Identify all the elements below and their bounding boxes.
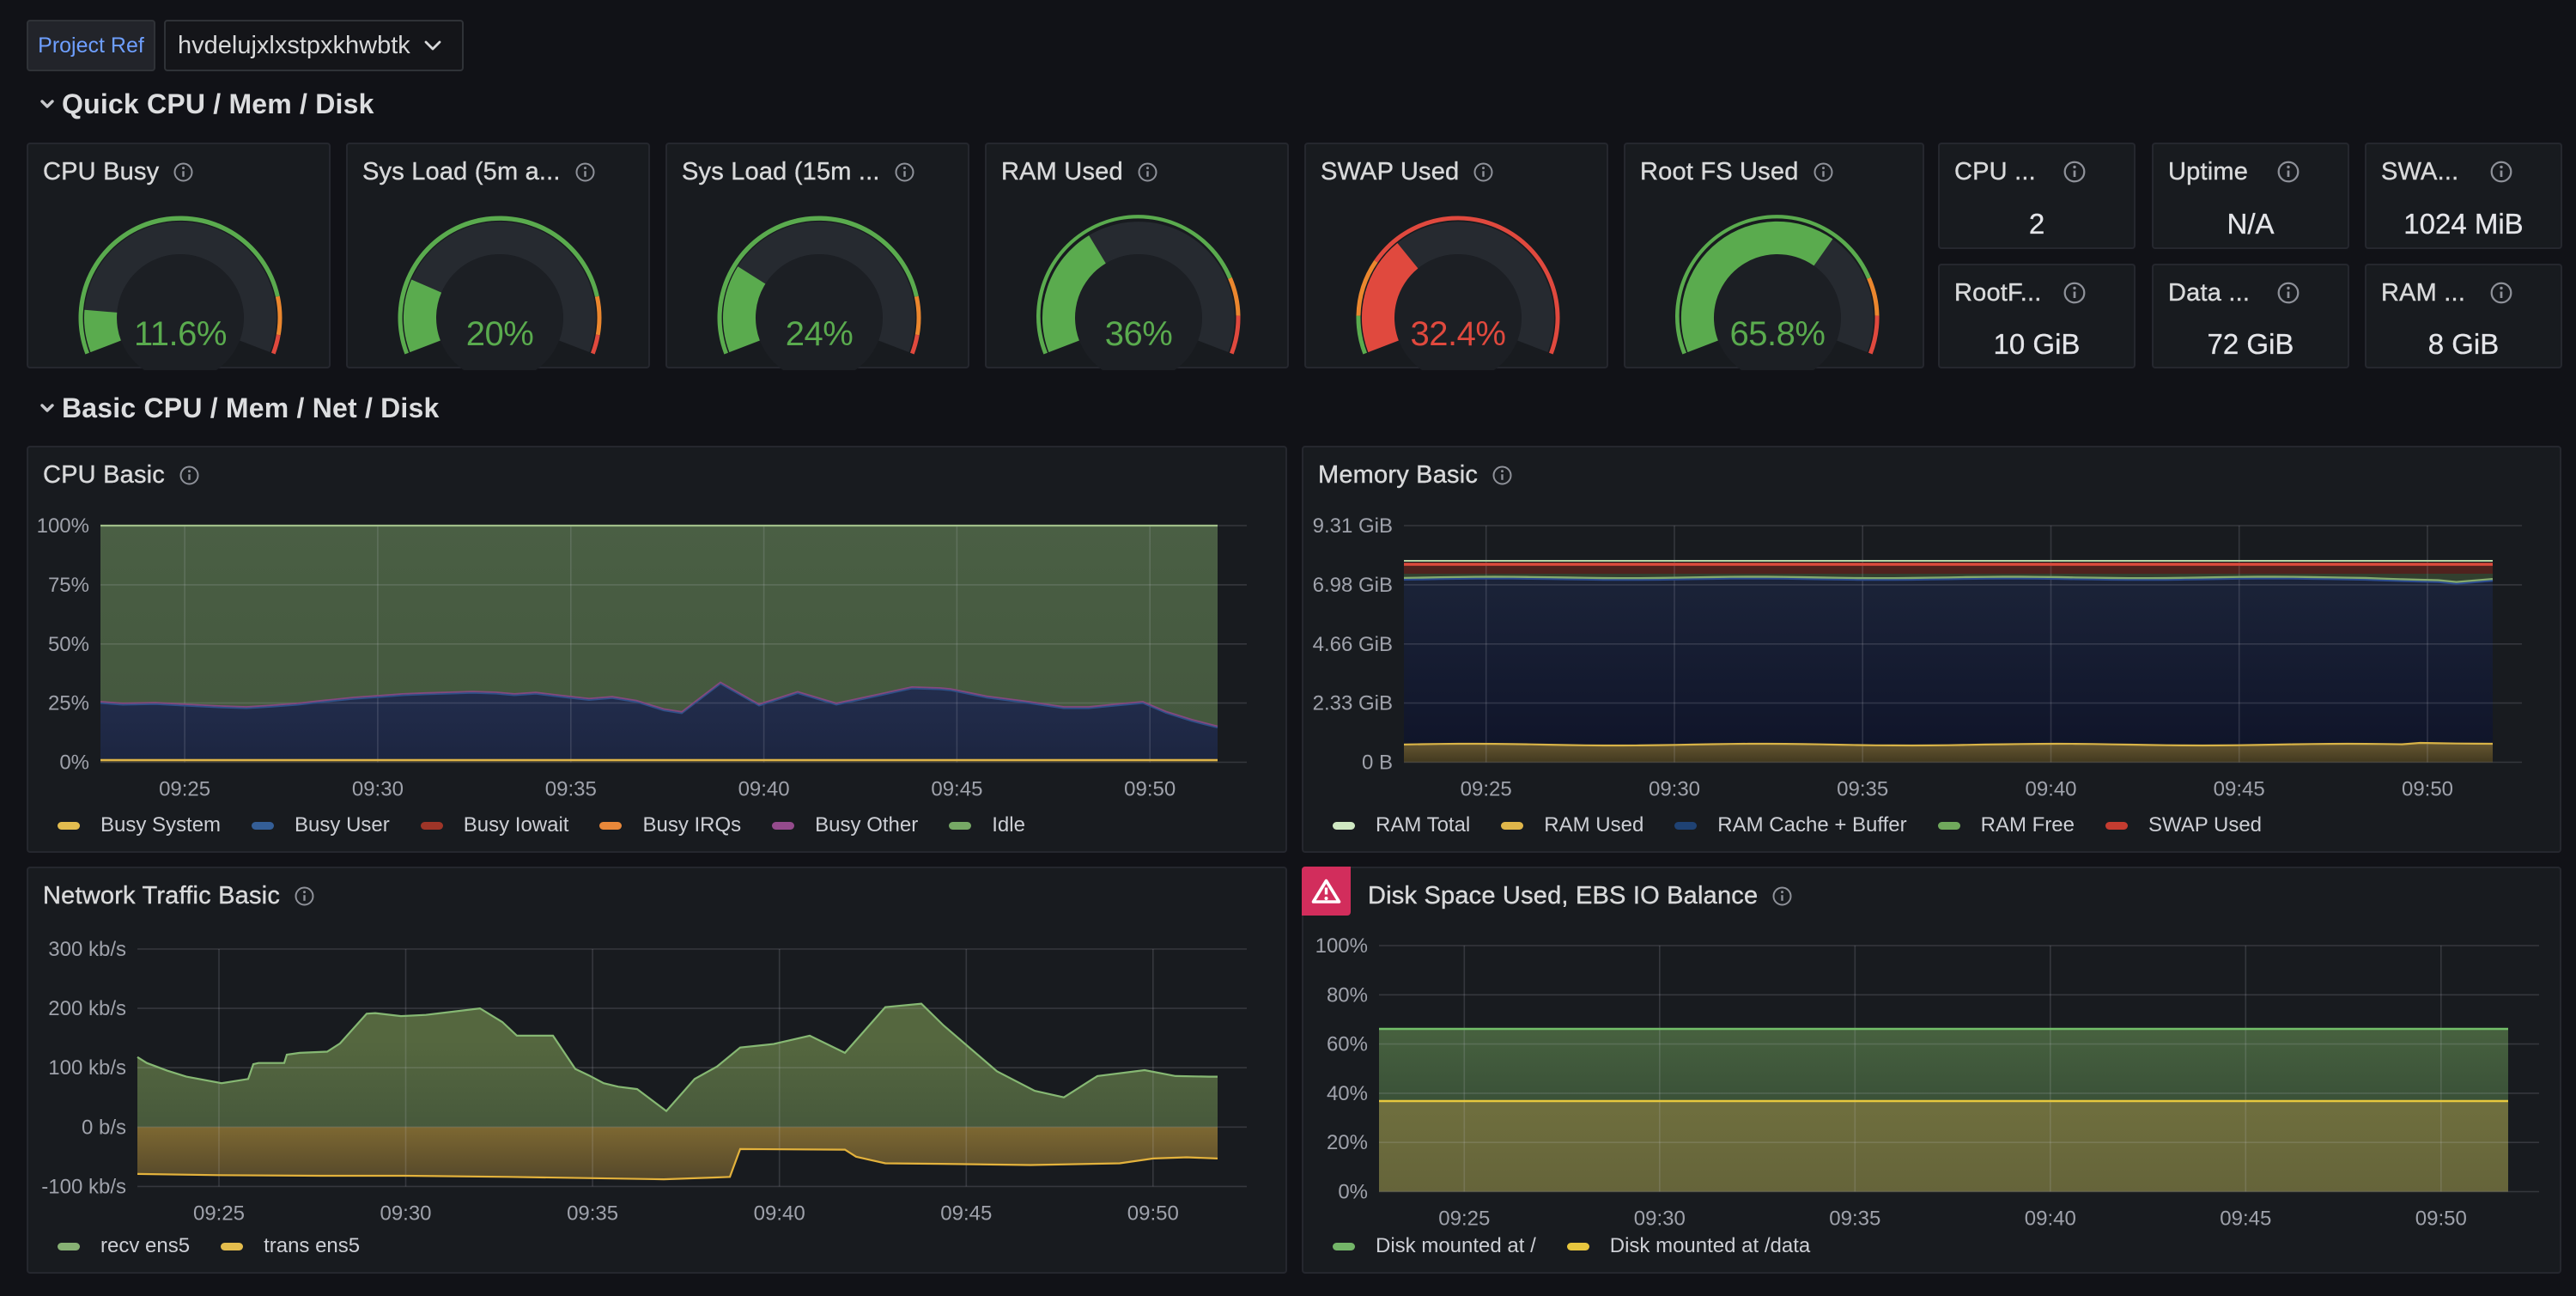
svg-text:09:30: 09:30: [1634, 1208, 1686, 1231]
svg-text:11.6%: 11.6%: [134, 315, 227, 353]
svg-text:09:45: 09:45: [931, 778, 982, 801]
svg-text:36%: 36%: [1105, 315, 1173, 353]
svg-text:09:30: 09:30: [380, 1202, 431, 1225]
svg-text:-100 kb/s: -100 kb/s: [41, 1175, 126, 1198]
svg-text:2.33 GiB: 2.33 GiB: [1313, 692, 1393, 715]
svg-text:200 kb/s: 200 kb/s: [48, 997, 126, 1020]
svg-text:65.8%: 65.8%: [1730, 315, 1826, 353]
svg-text:09:25: 09:25: [1461, 778, 1512, 801]
svg-text:100%: 100%: [1315, 934, 1368, 958]
svg-text:09:35: 09:35: [567, 1202, 618, 1225]
svg-text:300 kb/s: 300 kb/s: [48, 938, 126, 961]
svg-text:09:25: 09:25: [193, 1202, 245, 1225]
svg-text:100%: 100%: [37, 514, 89, 538]
svg-text:20%: 20%: [1327, 1131, 1368, 1154]
svg-text:09:40: 09:40: [2025, 778, 2076, 801]
svg-text:32.4%: 32.4%: [1411, 315, 1506, 353]
svg-text:25%: 25%: [48, 692, 89, 715]
svg-text:20%: 20%: [466, 315, 534, 353]
svg-text:75%: 75%: [48, 574, 89, 597]
svg-text:09:45: 09:45: [2214, 778, 2265, 801]
svg-text:09:50: 09:50: [1124, 778, 1176, 801]
svg-text:60%: 60%: [1327, 1033, 1368, 1056]
svg-text:0 B: 0 B: [1362, 751, 1393, 775]
svg-text:09:35: 09:35: [545, 778, 597, 801]
svg-text:100 kb/s: 100 kb/s: [48, 1056, 126, 1080]
svg-text:09:50: 09:50: [2415, 1208, 2467, 1231]
svg-text:09:35: 09:35: [1837, 778, 1888, 801]
svg-text:09:45: 09:45: [940, 1202, 992, 1225]
svg-text:80%: 80%: [1327, 983, 1368, 1007]
svg-text:09:30: 09:30: [352, 778, 404, 801]
svg-text:09:40: 09:40: [754, 1202, 805, 1225]
svg-text:24%: 24%: [786, 315, 854, 353]
svg-text:09:25: 09:25: [159, 778, 210, 801]
svg-text:09:25: 09:25: [1438, 1208, 1490, 1231]
svg-text:40%: 40%: [1327, 1082, 1368, 1105]
svg-text:09:45: 09:45: [2220, 1208, 2271, 1231]
svg-text:09:30: 09:30: [1649, 778, 1700, 801]
svg-text:09:50: 09:50: [1127, 1202, 1179, 1225]
svg-text:0 b/s: 0 b/s: [82, 1116, 126, 1139]
svg-text:09:50: 09:50: [2402, 778, 2453, 801]
svg-text:9.31 GiB: 9.31 GiB: [1313, 514, 1393, 538]
svg-text:09:40: 09:40: [2025, 1208, 2076, 1231]
svg-text:0%: 0%: [59, 751, 89, 775]
svg-text:09:40: 09:40: [738, 778, 790, 801]
svg-text:09:35: 09:35: [1829, 1208, 1880, 1231]
svg-text:4.66 GiB: 4.66 GiB: [1313, 633, 1393, 656]
svg-text:6.98 GiB: 6.98 GiB: [1313, 574, 1393, 597]
svg-text:0%: 0%: [1338, 1181, 1368, 1204]
svg-text:50%: 50%: [48, 633, 89, 656]
